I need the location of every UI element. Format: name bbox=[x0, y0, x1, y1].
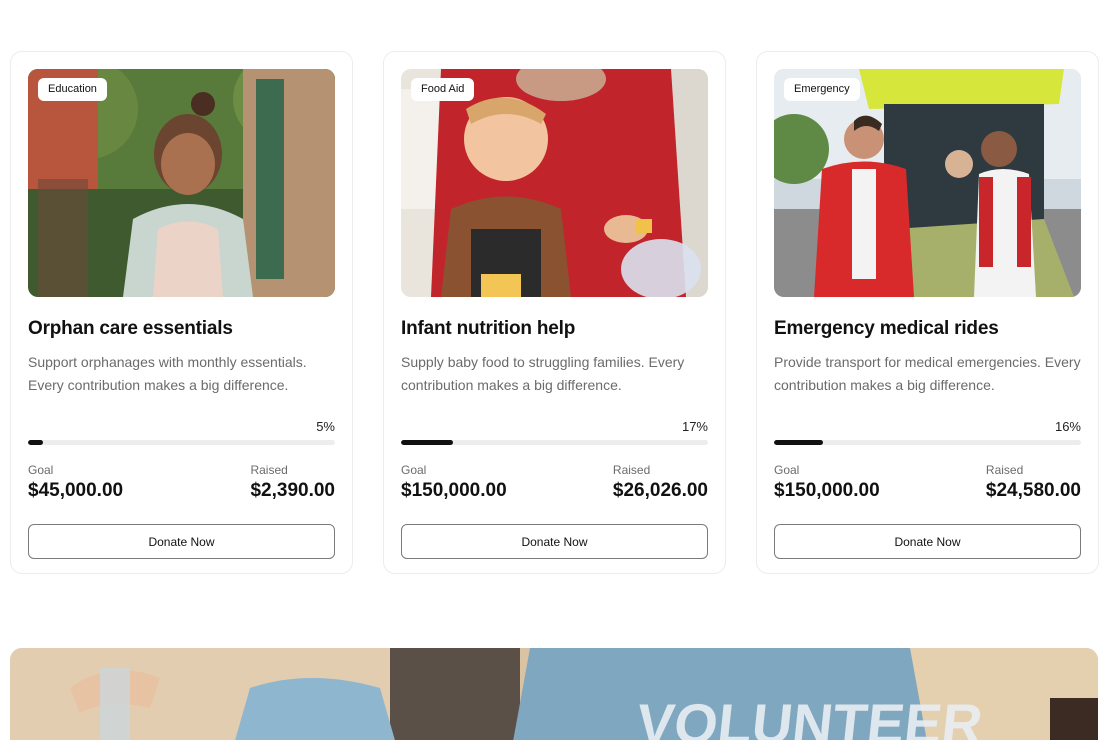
volunteer-banner-image: VOLUNTEER bbox=[10, 648, 1098, 740]
campaign-photo: Food Aid bbox=[401, 69, 708, 297]
category-tag: Education bbox=[38, 78, 107, 101]
medics-photo-image bbox=[774, 69, 1081, 297]
campaign-description: Supply baby food to struggling families.… bbox=[401, 354, 685, 393]
goal-stat: Goal $150,000.00 bbox=[774, 463, 880, 502]
goal-label: Goal bbox=[774, 463, 800, 477]
donate-button[interactable]: Donate Now bbox=[28, 524, 335, 559]
banner-shirt-text: VOLUNTEER bbox=[634, 692, 986, 740]
goal-label: Goal bbox=[401, 463, 427, 477]
progress-percent: 16% bbox=[1054, 419, 1081, 434]
campaign-cards: Education Orphan care essentials Support… bbox=[10, 51, 1099, 574]
progress-fill bbox=[28, 440, 44, 445]
campaign-card: Food Aid Infant nutrition help Supply ba… bbox=[383, 51, 726, 574]
progress-fill bbox=[774, 440, 824, 445]
raised-value: $26,026.00 bbox=[612, 480, 708, 501]
category-tag: Emergency bbox=[784, 78, 860, 101]
progress-bar bbox=[401, 440, 708, 445]
goal-stat: Goal $150,000.00 bbox=[401, 463, 507, 502]
campaign-title: Infant nutrition help bbox=[401, 318, 576, 339]
progress-bar bbox=[28, 440, 335, 445]
raised-label: Raised bbox=[985, 463, 1024, 477]
child-photo-image bbox=[28, 69, 335, 297]
campaign-stats: Goal $150,000.00 Raised $26,026.00 bbox=[401, 463, 708, 502]
campaign-description: Provide transport for medical emergencie… bbox=[774, 354, 1081, 393]
campaign-stats: Goal $150,000.00 Raised $24,580.00 bbox=[774, 463, 1081, 502]
campaign-title: Orphan care essentials bbox=[28, 318, 233, 339]
raised-stat: Raised $24,580.00 bbox=[986, 463, 1081, 502]
progress-percent: 5% bbox=[316, 419, 335, 434]
campaign-photo: Education bbox=[28, 69, 335, 297]
donate-button[interactable]: Donate Now bbox=[774, 524, 1081, 559]
progress-fill bbox=[401, 440, 454, 445]
volunteer-banner: VOLUNTEER bbox=[10, 648, 1098, 740]
page: Education Orphan care essentials Support… bbox=[0, 0, 1110, 740]
campaign-description: Support orphanages with monthly essentia… bbox=[28, 354, 307, 393]
progress-bar bbox=[774, 440, 1081, 445]
progress-percent: 17% bbox=[681, 419, 708, 434]
campaign-card: Emergency Emergency medical rides Provid… bbox=[756, 51, 1099, 574]
goal-stat: Goal $45,000.00 bbox=[28, 463, 123, 502]
raised-label: Raised bbox=[612, 463, 651, 477]
donate-button[interactable]: Donate Now bbox=[401, 524, 708, 559]
campaign-stats: Goal $45,000.00 Raised $2,390.00 bbox=[28, 463, 335, 502]
raised-stat: Raised $2,390.00 bbox=[250, 463, 335, 502]
campaign-title: Emergency medical rides bbox=[774, 318, 999, 339]
goal-label: Goal bbox=[28, 463, 54, 477]
category-tag: Food Aid bbox=[411, 78, 475, 101]
raised-value: $24,580.00 bbox=[985, 480, 1081, 501]
goal-value: $45,000.00 bbox=[28, 480, 124, 501]
campaign-card: Education Orphan care essentials Support… bbox=[10, 51, 353, 574]
raised-label: Raised bbox=[250, 463, 288, 477]
raised-stat: Raised $26,026.00 bbox=[613, 463, 708, 502]
infant-photo-image bbox=[401, 69, 708, 297]
raised-value: $2,390.00 bbox=[250, 480, 335, 501]
campaign-photo: Emergency bbox=[774, 69, 1081, 297]
goal-value: $150,000.00 bbox=[401, 480, 507, 501]
goal-value: $150,000.00 bbox=[774, 480, 880, 501]
